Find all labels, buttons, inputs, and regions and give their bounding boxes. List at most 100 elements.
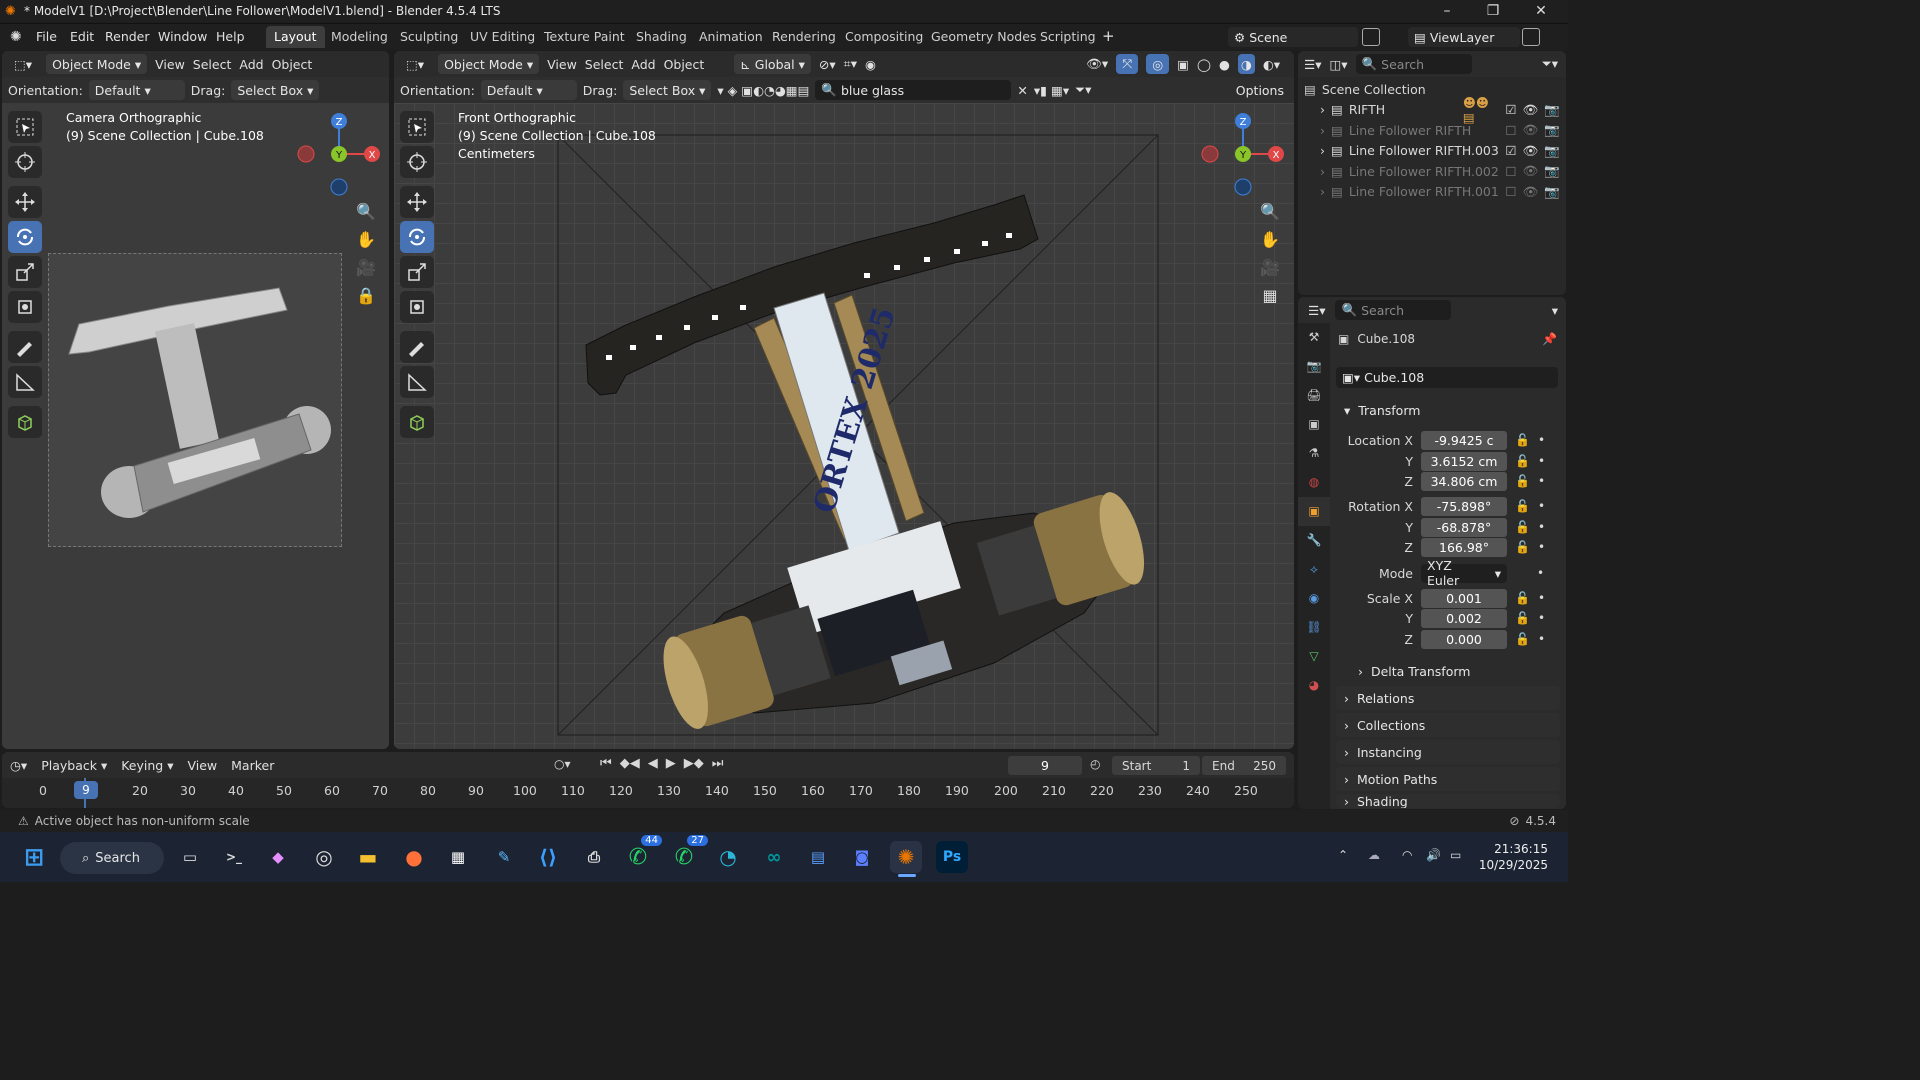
wifi-icon[interactable]: ◠ [1402, 848, 1412, 862]
whatsapp-icon[interactable]: ✆ 44 [622, 835, 662, 873]
notepad-icon[interactable]: ▤ [802, 841, 834, 873]
transform-tool[interactable] [400, 291, 434, 323]
view-layer-tab-icon[interactable]: ▣ [1298, 410, 1330, 439]
drag-dropdown[interactable]: Select Box ▾ [623, 80, 712, 100]
move-tool[interactable] [400, 186, 434, 218]
proportional-edit-icon[interactable]: ◉ [865, 57, 876, 72]
gizmo-toggle-icon[interactable]: ⤧ [1116, 54, 1139, 74]
keyframe-dot-icon[interactable]: • [1538, 520, 1545, 534]
scale-tool[interactable] [8, 256, 42, 288]
cloud-icon[interactable]: ☁ [1368, 848, 1380, 862]
measure-tool[interactable] [400, 366, 434, 398]
properties-editor-icon[interactable]: ☰▾ [1308, 303, 1325, 318]
add-cube-tool[interactable] [400, 406, 434, 438]
scale-tool[interactable] [400, 256, 434, 288]
navigation-gizmo[interactable]: Z X Y [296, 111, 382, 197]
eye-icon[interactable]: 👁 [1523, 122, 1539, 138]
jump-start-icon[interactable]: ⏮ [600, 756, 612, 771]
minimize-button[interactable]: – [1424, 0, 1470, 24]
menu-select[interactable]: Select [585, 57, 624, 72]
current-frame-field[interactable]: 9 [1008, 756, 1082, 775]
sticker-app-icon[interactable]: ✎ [488, 841, 520, 873]
menu-edit[interactable]: Edit [70, 29, 94, 44]
jump-end-icon[interactable]: ⏭ [712, 756, 724, 771]
add-workspace-icon[interactable]: + [1102, 27, 1115, 45]
eye-icon[interactable]: 👁 [1523, 184, 1539, 200]
record-icon[interactable]: ○▾ [554, 757, 571, 771]
menu-add[interactable]: Add [631, 57, 655, 72]
camera-view-icon[interactable]: 🎥 [1256, 253, 1284, 281]
tab-texture-paint[interactable]: Texture Paint [536, 26, 633, 48]
outliner-root[interactable]: ▤ Scene Collection [1304, 79, 1560, 100]
copilot-icon[interactable]: ◆ [262, 841, 294, 873]
shading-solid-icon[interactable]: ● [1219, 57, 1230, 72]
maximize-button[interactable]: ❐ [1470, 0, 1516, 24]
camera-icon[interactable]: 📷 [1544, 143, 1560, 159]
orientation-dropdown[interactable]: Default ▾ [88, 80, 185, 100]
measure-tool[interactable] [8, 366, 42, 398]
eye-icon[interactable]: 👁 [1523, 102, 1539, 118]
eye-icon[interactable]: 👁 [1523, 143, 1539, 159]
camera-view-icon[interactable]: 🎥 [352, 253, 380, 281]
menu-render[interactable]: Render [105, 29, 150, 44]
menu-view[interactable]: View [547, 57, 577, 72]
select-box-tool[interactable] [400, 111, 434, 143]
tab-modeling[interactable]: Modeling [323, 26, 396, 48]
playhead-frame-label[interactable]: 9 [74, 781, 98, 799]
menu-object[interactable]: Object [664, 57, 705, 72]
relations-section[interactable]: › Relations [1336, 686, 1560, 710]
tab-scripting[interactable]: Scripting [1032, 26, 1104, 48]
playback-menu[interactable]: Playback ▾ [41, 758, 107, 773]
outliner-item-line-follower[interactable]: › ▤ Line Follower RIFTH ☐ 👁 📷 [1304, 120, 1560, 141]
tool-tab-icon[interactable]: ⚒ [1298, 323, 1330, 352]
eye-icon[interactable]: 👁 [1523, 163, 1539, 179]
drag-dropdown[interactable]: Select Box ▾ [231, 80, 320, 100]
blender-menu-icon[interactable]: ✺ [10, 29, 22, 45]
mode-dropdown[interactable]: Object Mode ▾ [46, 54, 148, 74]
checkbox-unchecked-icon[interactable]: ☐ [1505, 123, 1516, 138]
pivot-icon[interactable]: ⊘▾ [819, 57, 836, 72]
data-tab-icon[interactable]: ▽ [1298, 642, 1330, 671]
tab-layout[interactable]: Layout [266, 26, 325, 48]
expand-icon[interactable]: › [1320, 102, 1325, 117]
camera-icon[interactable]: 📷 [1544, 163, 1560, 179]
taskbar-clock[interactable]: 21:36:15 10/29/2025 [1478, 841, 1548, 873]
timeline-editor-icon[interactable]: ◷▾ [10, 758, 27, 773]
rotation-mode-dropdown[interactable]: XYZ Euler ▾ [1421, 558, 1507, 588]
store-icon[interactable]: ▦ [442, 841, 474, 873]
tab-animation[interactable]: Animation [691, 26, 771, 48]
instancing-section[interactable]: › Instancing [1336, 740, 1560, 764]
options-button[interactable]: Options [1229, 80, 1290, 100]
transform-tool[interactable] [8, 291, 42, 323]
add-cube-tool[interactable] [8, 406, 42, 438]
outliner-item-line-follower-003[interactable]: › ▤ Line Follower RIFTH.003 ☑ 👁 📷 [1304, 141, 1560, 162]
expand-icon[interactable]: › [1320, 164, 1325, 179]
xray-icon[interactable]: ▣ [1177, 57, 1189, 72]
taskbar-search[interactable]: ⌕ Search [60, 842, 164, 874]
viewport-search-input[interactable]: 🔍 blue glass [815, 80, 1012, 100]
camera-icon[interactable]: 📷 [1544, 184, 1560, 200]
scale-z-field[interactable]: 0.000 [1421, 629, 1507, 649]
render-tab-icon[interactable]: 📷 [1298, 352, 1330, 381]
camera-icon[interactable]: 📷 [1544, 102, 1560, 118]
keying-menu[interactable]: Keying ▾ [121, 758, 173, 773]
zoom-icon[interactable]: 🔍 [352, 197, 380, 225]
keyframe-dot-icon[interactable]: • [1538, 499, 1545, 513]
camera-viewport[interactable]: ⬚▾ Object Mode ▾ View Select Add Object … [2, 51, 389, 749]
shading-rendered-icon[interactable]: ◐▾ [1263, 57, 1280, 72]
navigation-gizmo[interactable]: Z X Y [1200, 111, 1286, 197]
outliner-item-line-follower-002[interactable]: › ▤ Line Follower RIFTH.002 ☐ 👁 📷 [1304, 161, 1560, 182]
task-view-icon[interactable]: ▭ [174, 841, 206, 873]
object-name-field[interactable]: ▣▾ Cube.108 [1336, 367, 1558, 388]
cursor-tool[interactable] [8, 146, 42, 178]
view-layer-selector[interactable]: ▤ ViewLayer [1408, 27, 1520, 47]
lock-icon[interactable]: 🔒 [352, 281, 380, 309]
output-tab-icon[interactable]: 🖨 [1298, 381, 1330, 410]
filter-icon[interactable]: ⏷▾ [1075, 82, 1091, 98]
outliner-item-rifth[interactable]: › ▤ RIFTH ☻☻▤ ☑ 👁 📷 [1304, 95, 1560, 125]
clear-search-icon[interactable]: ✕ [1017, 83, 1027, 98]
delta-transform-section[interactable]: › Delta Transform [1350, 659, 1560, 683]
properties-search-input[interactable]: 🔍 Search [1335, 300, 1452, 320]
keyframe-dot-icon[interactable]: • [1538, 474, 1545, 488]
vscode-icon[interactable]: ⟨⟩ [532, 841, 564, 873]
